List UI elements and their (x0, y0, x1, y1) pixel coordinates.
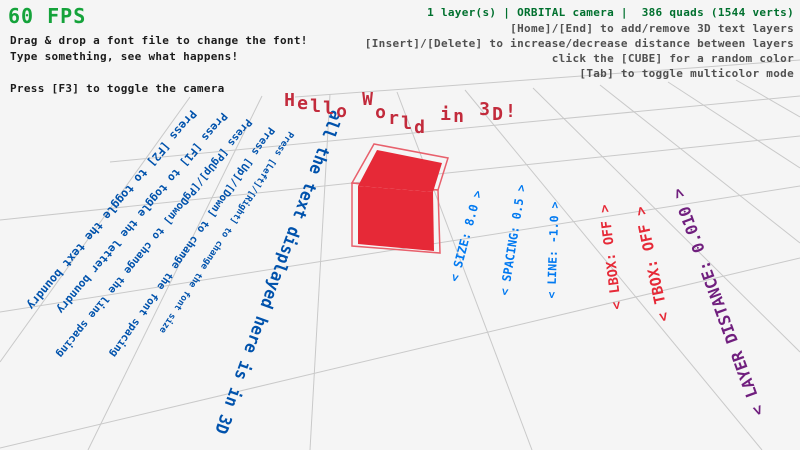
wave-letter: l (309, 96, 322, 117)
wave-letter: l (322, 98, 335, 119)
help-item: click the [CUBE] for a random color (365, 51, 794, 66)
wave-letter: d (413, 117, 426, 138)
wave-letter: l (400, 113, 413, 134)
wave-3d-text: Hello World in 3D! (283, 88, 517, 109)
wave-letter: n (452, 106, 465, 127)
demo-window[interactable]: Hello World in 3D! Press [F2] to toggle … (0, 0, 800, 450)
wave-letter: o (335, 101, 348, 122)
help-list: [Home]/[End] to add/remove 3D text layer… (365, 21, 794, 81)
wave-letter: o (374, 102, 387, 123)
wave-letter: i (439, 104, 452, 125)
wave-letter: W (361, 89, 374, 110)
help-item: [Home]/[End] to add/remove 3D text layer… (365, 21, 794, 36)
wave-letter: D (491, 104, 504, 125)
info-text: Drag & drop a font file to change the fo… (10, 33, 308, 97)
wave-letter: ! (504, 101, 517, 122)
help-item: [Tab] to toggle multicolor mode (365, 66, 794, 81)
help-item: [Insert]/[Delete] to increase/decrease d… (365, 36, 794, 51)
cube-faces (358, 150, 442, 251)
wave-letter: r (387, 108, 400, 129)
fps-counter: 60 FPS (8, 4, 86, 28)
wave-letter: 3 (478, 99, 491, 120)
stats-text: 1 layer(s) | ORBITAL camera | 386 quads … (427, 6, 794, 19)
